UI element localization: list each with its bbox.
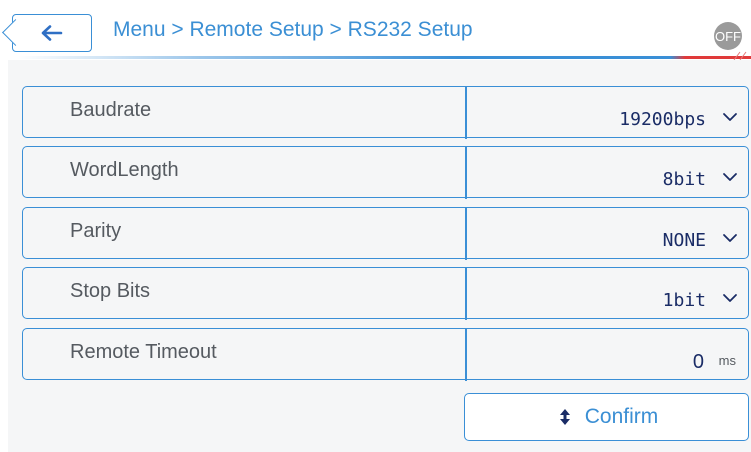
- remote-timeout-input[interactable]: 0 ms: [467, 329, 748, 379]
- chevron-down-icon: [723, 173, 737, 181]
- stop-bits-dropdown[interactable]: 1bit: [467, 268, 748, 318]
- baudrate-label: Baudrate: [70, 99, 152, 121]
- stop-bits-label: Stop Bits: [70, 280, 151, 302]
- confirm-button[interactable]: Confirm: [464, 393, 749, 441]
- wordlength-dropdown[interactable]: 8bit: [467, 147, 748, 197]
- chevron-down-icon: [723, 294, 737, 302]
- baudrate-row: Baudrate 19200bps: [22, 85, 749, 139]
- header-bar: Menu > Remote Setup > RS232 Setup OFF: [0, 0, 751, 60]
- remote-timeout-value: 0: [692, 351, 704, 373]
- parity-row: Parity NONE: [22, 206, 749, 260]
- header-accent-marks: [733, 51, 747, 60]
- chevron-down-icon: [723, 113, 737, 121]
- back-button[interactable]: [12, 14, 92, 52]
- breadcrumb: Menu > Remote Setup > RS232 Setup: [113, 18, 473, 41]
- chevron-down-icon: [723, 234, 737, 242]
- remote-timeout-unit: ms: [718, 353, 736, 368]
- stop-bits-value: 1bit: [662, 290, 706, 311]
- baudrate-value: 19200bps: [619, 109, 706, 130]
- confirm-label: Confirm: [584, 405, 659, 428]
- parity-value: NONE: [662, 230, 706, 251]
- sync-icon: [559, 409, 570, 425]
- status-badge[interactable]: OFF: [714, 22, 742, 50]
- parity-label: Parity: [70, 220, 122, 242]
- baudrate-dropdown[interactable]: 19200bps: [467, 87, 748, 137]
- remote-timeout-row: Remote Timeout 0 ms: [22, 327, 749, 381]
- wordlength-label: WordLength: [70, 159, 179, 181]
- stop-bits-row: Stop Bits 1bit: [22, 266, 749, 320]
- header-underline: [18, 56, 751, 59]
- wordlength-row: WordLength 8bit: [22, 145, 749, 199]
- wordlength-value: 8bit: [662, 169, 706, 190]
- remote-timeout-label: Remote Timeout: [70, 341, 217, 363]
- left-arrow-icon: [41, 25, 63, 41]
- parity-dropdown[interactable]: NONE: [467, 208, 748, 258]
